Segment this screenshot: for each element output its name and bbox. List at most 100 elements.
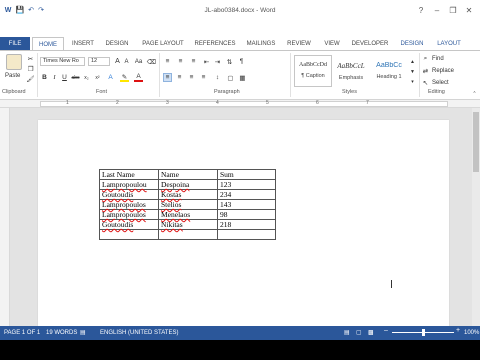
- align-left-icon[interactable]: ≡: [163, 73, 172, 82]
- tab-insert[interactable]: INSERT: [70, 37, 96, 51]
- font-color-icon[interactable]: A: [134, 73, 143, 82]
- style-emphasis[interactable]: AaBbCcL Emphasis: [332, 55, 370, 87]
- tab-table-layout[interactable]: LAYOUT: [434, 37, 464, 51]
- numbering-icon[interactable]: ≡: [176, 57, 185, 66]
- table-row: Goutoudis Kostas 234: [99, 189, 276, 200]
- style-caption[interactable]: AaBbCcDd ¶ Caption: [294, 55, 332, 87]
- table-cell[interactable]: Kostas: [161, 190, 181, 199]
- change-case-icon[interactable]: Aa: [134, 57, 143, 66]
- styles-scroll-up-icon[interactable]: ▲: [408, 57, 417, 66]
- styles-scroll-down-icon[interactable]: ▼: [408, 67, 417, 76]
- ruler-track[interactable]: [40, 101, 448, 107]
- font-family-box[interactable]: Times New Ro: [40, 57, 85, 66]
- language-indicator[interactable]: ENGLISH (UNITED STATES): [100, 330, 178, 336]
- table-cell[interactable]: 143: [217, 199, 276, 210]
- styles-more-icon[interactable]: ▾: [408, 77, 417, 86]
- shading-icon[interactable]: ▢: [226, 73, 235, 82]
- table-cell[interactable]: Despoina: [161, 180, 189, 189]
- tab-developer[interactable]: DEVELOPER: [350, 37, 390, 51]
- table-cell[interactable]: 234: [217, 189, 276, 200]
- justify-icon[interactable]: ≡: [199, 73, 208, 82]
- table-cell[interactable]: Stelios: [161, 200, 181, 209]
- zoom-slider-thumb[interactable]: [422, 329, 425, 336]
- zoom-out-icon[interactable]: –: [384, 327, 388, 334]
- paste-icon[interactable]: [6, 54, 22, 70]
- increase-indent-icon[interactable]: ⇥: [213, 57, 222, 66]
- collapse-ribbon-icon[interactable]: ⌃: [470, 89, 479, 98]
- table-cell[interactable]: 98: [217, 209, 276, 220]
- minimize-button[interactable]: –: [430, 4, 444, 16]
- scrollbar-thumb[interactable]: [473, 112, 479, 172]
- replace-icon[interactable]: ⇄: [421, 66, 430, 75]
- strikethrough-icon[interactable]: abc: [71, 73, 80, 82]
- table-cell[interactable]: Menelaos: [161, 210, 190, 219]
- align-right-icon[interactable]: ≡: [187, 73, 196, 82]
- tab-table-design[interactable]: DESIGN: [398, 37, 426, 51]
- ruler-mark: 7: [366, 100, 369, 106]
- close-button[interactable]: ✕: [462, 4, 476, 16]
- page-count[interactable]: PAGE 1 OF 1: [4, 330, 40, 336]
- italic-icon[interactable]: I: [50, 73, 59, 82]
- tab-view[interactable]: VIEW: [322, 37, 342, 51]
- table-cell[interactable]: [158, 229, 218, 240]
- table-cell[interactable]: Lampropoulos: [102, 210, 146, 219]
- tab-review[interactable]: REVIEW: [286, 37, 312, 51]
- bold-icon[interactable]: B: [40, 73, 49, 82]
- highlight-icon[interactable]: ✎: [120, 73, 129, 82]
- grow-font-icon[interactable]: A: [113, 57, 122, 66]
- bullets-icon[interactable]: ≡: [163, 57, 172, 66]
- align-center-icon[interactable]: ≡: [175, 73, 184, 82]
- borders-icon[interactable]: ▦: [238, 73, 247, 82]
- table-cell[interactable]: Goutoudis: [102, 190, 133, 199]
- table-cell[interactable]: 218: [217, 219, 276, 230]
- table-cell[interactable]: Lampropoulos: [102, 200, 146, 209]
- subscript-icon[interactable]: x₂: [82, 73, 91, 82]
- format-painter-icon[interactable]: 🖌: [26, 74, 35, 83]
- select-button[interactable]: Select: [432, 80, 449, 86]
- underline-icon[interactable]: U: [60, 73, 69, 82]
- style-heading-1[interactable]: AaBbCc Heading 1: [370, 55, 408, 87]
- text-effects-icon[interactable]: A: [106, 73, 115, 82]
- replace-button[interactable]: Replace: [432, 68, 454, 74]
- find-button[interactable]: Find: [432, 56, 444, 62]
- table-cell[interactable]: [99, 229, 159, 240]
- table-cell[interactable]: [217, 229, 276, 240]
- decrease-indent-icon[interactable]: ⇤: [202, 57, 211, 66]
- tab-references[interactable]: REFERENCES: [194, 37, 236, 51]
- table-header-cell[interactable]: Name: [158, 169, 218, 180]
- word-count[interactable]: 19 WORDS: [46, 330, 77, 336]
- tab-mailings[interactable]: MAILINGS: [244, 37, 278, 51]
- zoom-level[interactable]: 100%: [464, 330, 479, 336]
- table-cell[interactable]: Goutoudis: [102, 220, 133, 229]
- line-spacing-icon[interactable]: ↕: [213, 73, 222, 82]
- sort-icon[interactable]: ⇅: [225, 57, 234, 66]
- select-icon[interactable]: ↖: [421, 78, 430, 87]
- copy-icon[interactable]: ❐: [26, 64, 35, 73]
- table-cell[interactable]: Lampropoulou: [102, 180, 147, 189]
- read-mode-icon[interactable]: ▤: [344, 329, 350, 336]
- tab-page-layout[interactable]: PAGE LAYOUT: [140, 37, 186, 51]
- proofing-icon[interactable]: ▤: [80, 329, 86, 336]
- help-button[interactable]: ?: [414, 4, 428, 16]
- maximize-button[interactable]: ❐: [446, 4, 460, 16]
- zoom-in-icon[interactable]: +: [456, 327, 460, 334]
- table-cell[interactable]: 123: [217, 179, 276, 190]
- paste-button-label[interactable]: Paste: [5, 73, 20, 79]
- document-table[interactable]: Last Name Name Sum Lampropoulou Despoina…: [99, 169, 276, 240]
- show-hide-icon[interactable]: ¶: [237, 57, 246, 66]
- superscript-icon[interactable]: x²: [93, 73, 102, 82]
- print-layout-icon[interactable]: ▢: [356, 329, 362, 336]
- find-icon[interactable]: ⌕: [421, 54, 430, 63]
- shrink-font-icon[interactable]: A: [122, 57, 131, 66]
- tab-design[interactable]: DESIGN: [104, 37, 130, 51]
- clear-formatting-icon[interactable]: ⌫: [147, 57, 156, 66]
- font-size-box[interactable]: 12: [88, 57, 110, 66]
- web-layout-icon[interactable]: ▩: [368, 329, 374, 336]
- table-cell[interactable]: Nikitas: [161, 220, 183, 229]
- tab-home[interactable]: HOME: [32, 37, 64, 51]
- cut-icon[interactable]: ✂: [26, 54, 35, 63]
- tab-file[interactable]: FILE: [0, 37, 30, 51]
- table-header-cell[interactable]: Last Name: [99, 169, 159, 180]
- multilevel-list-icon[interactable]: ≡: [189, 57, 198, 66]
- table-header-cell[interactable]: Sum: [217, 169, 276, 180]
